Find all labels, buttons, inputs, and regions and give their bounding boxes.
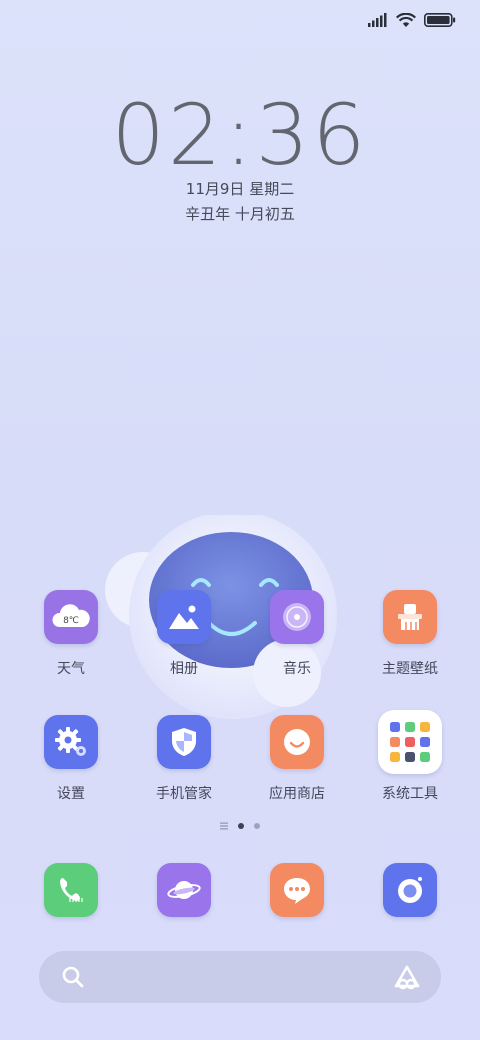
app-weather[interactable]: 8℃ 天气 <box>23 590 119 678</box>
weather-icon: 8℃ <box>44 590 98 644</box>
phone-icon <box>44 863 98 917</box>
app-label: 天气 <box>57 661 85 677</box>
dock-camera[interactable] <box>362 863 458 917</box>
theme-icon <box>383 590 437 644</box>
app-settings[interactable]: 设置 <box>23 715 119 803</box>
app-music[interactable]: 音乐 <box>249 590 345 678</box>
app-label: 应用商店 <box>269 786 325 802</box>
app-store-icon <box>270 715 324 769</box>
security-icon <box>157 715 211 769</box>
app-label: 相册 <box>170 661 198 677</box>
app-gallery[interactable]: 相册 <box>136 590 232 678</box>
settings-icon <box>44 715 98 769</box>
browser-icon <box>157 863 211 917</box>
search-icon <box>62 966 84 988</box>
dock-browser[interactable] <box>136 863 232 917</box>
signal-icon <box>368 13 387 27</box>
weather-temperature: 8℃ <box>63 616 79 626</box>
page-dot[interactable] <box>254 823 260 829</box>
dock-phone[interactable] <box>23 863 119 917</box>
status-bar <box>368 10 456 30</box>
menu-lines-icon[interactable] <box>220 822 228 830</box>
messages-icon <box>270 863 324 917</box>
wifi-icon <box>396 12 416 27</box>
lockscreen-time: 02:36 <box>111 86 369 184</box>
folder-icon <box>378 710 442 774</box>
app-label: 设置 <box>57 786 85 802</box>
lockscreen-lunar-date: 辛丑年 十月初五 <box>185 205 295 223</box>
folder-system-tools[interactable]: 系统工具 <box>362 710 458 803</box>
app-label: 手机管家 <box>156 786 212 802</box>
app-label: 主题壁纸 <box>382 661 438 677</box>
camera-icon <box>383 863 437 917</box>
app-theme-wallpaper[interactable]: 主题壁纸 <box>362 590 458 678</box>
page-indicator[interactable] <box>0 822 480 830</box>
gallery-icon <box>157 590 211 644</box>
app-phone-manager[interactable]: 手机管家 <box>136 715 232 803</box>
assistant-icon[interactable] <box>393 964 421 990</box>
search-bar[interactable] <box>39 951 441 1003</box>
app-label: 音乐 <box>283 661 311 677</box>
app-app-store[interactable]: 应用商店 <box>249 715 345 803</box>
lockscreen-date: 11月9日 星期二 <box>185 180 295 198</box>
app-label: 系统工具 <box>382 786 438 802</box>
page-dot-active[interactable] <box>238 823 244 829</box>
dock-messages[interactable] <box>249 863 345 917</box>
battery-icon <box>424 13 456 27</box>
music-icon <box>270 590 324 644</box>
